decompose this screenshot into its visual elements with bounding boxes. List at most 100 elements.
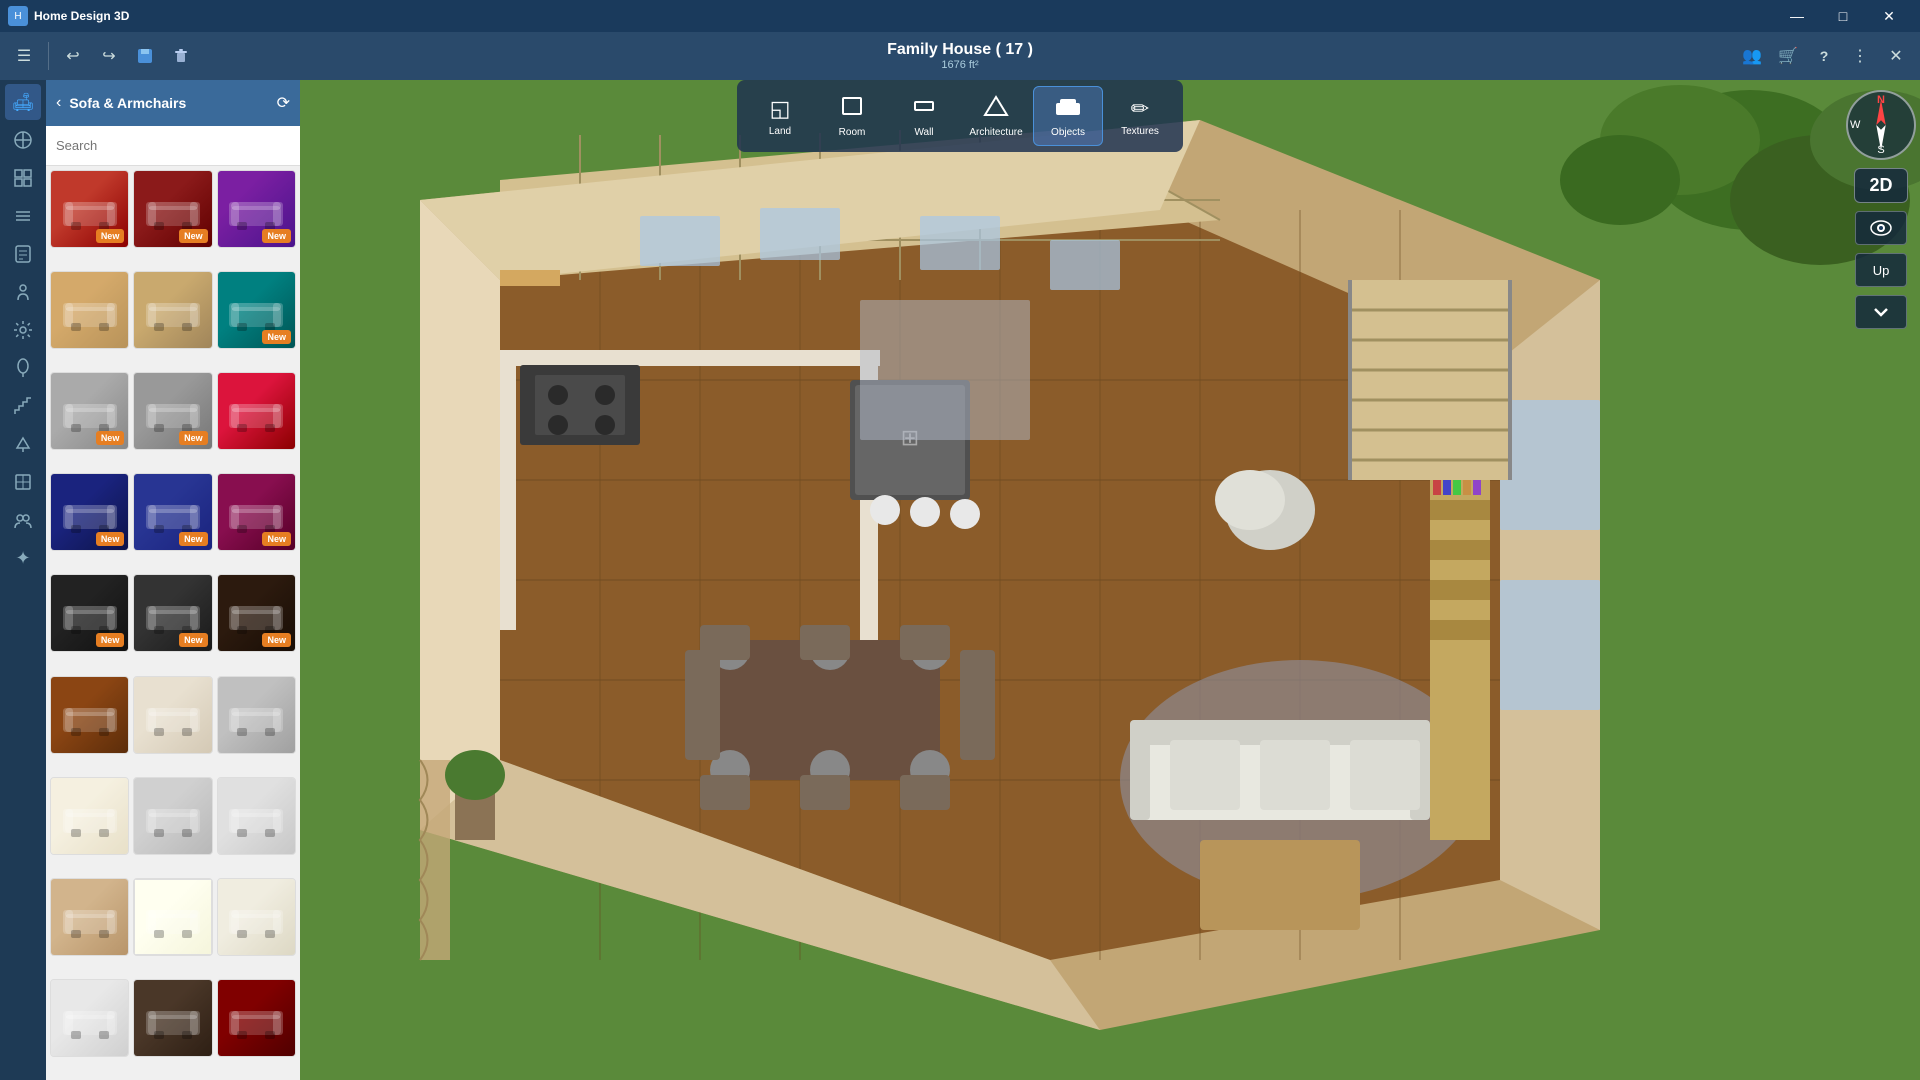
sidebar-item-plant[interactable] [5,350,41,386]
list-item[interactable] [50,878,129,956]
house-render-svg: ⊞ [300,80,1920,1080]
list-item[interactable] [217,777,296,855]
sidebar-item-sofa[interactable]: 🛋 [5,84,41,120]
trash-button[interactable] [165,40,197,72]
search-bar [46,126,300,166]
hamburger-menu-button[interactable]: ☰ [8,40,40,72]
compass: N S W [1846,90,1916,160]
objects-mode-button[interactable]: Objects [1033,86,1103,146]
redo-button[interactable]: ↪ [93,40,125,72]
sofa-thumbnail [51,778,128,854]
search-input[interactable] [56,138,290,153]
list-item[interactable]: New [217,473,296,551]
list-item[interactable] [217,372,296,450]
people-button[interactable]: 👥 [1736,40,1768,72]
right-top-toolbar: 👥 🛒 ? ⋮ ✕ [1728,32,1920,80]
compass-w-label: W [1850,119,1860,131]
sofa-thumbnail [134,677,211,753]
sidebar-item-person[interactable] [5,274,41,310]
list-item[interactable]: New [217,170,296,248]
list-item[interactable]: New [133,170,212,248]
list-item[interactable]: New [50,170,129,248]
sidebar-item-note[interactable] [5,236,41,272]
list-item[interactable]: New [50,372,129,450]
list-item[interactable] [50,777,129,855]
sofa-thumbnail [51,980,128,1056]
sofa-thumbnail [51,879,128,955]
house-name: Family House ( 17 ) [887,41,1033,59]
wall-icon [912,95,936,123]
list-item[interactable]: New [133,574,212,652]
list-item[interactable] [217,878,296,956]
list-item[interactable] [217,979,296,1057]
object-panel: ‹ Sofa & Armchairs ⟳ New New New [46,80,300,1080]
room-icon [840,95,864,123]
close-button[interactable]: ✕ [1866,0,1912,32]
wall-mode-button[interactable]: Wall [889,86,959,146]
sofa-thumbnail [51,677,128,753]
new-badge: New [262,330,291,344]
list-item[interactable] [133,777,212,855]
compass-circle: N S W [1846,90,1916,160]
architecture-mode-button[interactable]: Architecture [961,86,1031,146]
sidebar-item-grid[interactable] [5,160,41,196]
new-badge: New [96,229,125,243]
list-item[interactable] [50,676,129,754]
sidebar-item-symbol[interactable]: ✦ [5,540,41,576]
textures-mode-button[interactable]: ✏ Textures [1105,86,1175,146]
more-menu-button[interactable]: ⋮ [1844,40,1876,72]
list-item[interactable] [133,979,212,1057]
new-badge: New [96,431,125,445]
list-item[interactable] [133,271,212,349]
cart-button[interactable]: 🛒 [1772,40,1804,72]
undo-button[interactable]: ↩ [57,40,89,72]
list-item[interactable] [50,979,129,1057]
sidebar-item-stairs[interactable] [5,388,41,424]
category-sidebar: 🛋 ✦ [0,32,46,1080]
sidebar-item-tools[interactable] [5,122,41,158]
visibility-button[interactable] [1855,211,1907,245]
house-area: 1676 ft² [941,59,978,71]
new-badge: New [179,633,208,647]
mode-toolbar: ◱ Land Room Wall Architecture Objects ✏ … [737,80,1183,152]
list-item[interactable]: New [217,574,296,652]
view-up-button[interactable]: Up [1855,253,1907,287]
app-icon: H [8,6,28,26]
refresh-button[interactable]: ⟳ [277,93,290,113]
list-item[interactable] [133,676,212,754]
toolbar-separator [48,42,49,70]
sidebar-item-lamp[interactable] [5,426,41,462]
help-button[interactable]: ? [1808,40,1840,72]
list-item[interactable] [133,878,212,956]
sofa-thumbnail [218,980,295,1056]
minimize-button[interactable]: — [1774,0,1820,32]
maximize-button[interactable]: □ [1820,0,1866,32]
land-mode-button[interactable]: ◱ Land [745,86,815,146]
room-mode-button[interactable]: Room [817,86,887,146]
list-item[interactable]: New [133,473,212,551]
textures-label: Textures [1121,126,1159,137]
sofa-thumbnail [134,980,211,1056]
sidebar-item-settings[interactable] [5,312,41,348]
sidebar-item-window[interactable] [5,464,41,500]
view-2d-button[interactable]: 2D [1854,168,1907,203]
list-item[interactable]: New [50,473,129,551]
wall-label: Wall [914,127,933,138]
list-item[interactable]: New [217,271,296,349]
objects-icon [1054,95,1082,123]
right-view-controls: N S W 2D Up [1842,90,1920,329]
land-label: Land [769,126,791,137]
list-item[interactable] [50,271,129,349]
3d-viewport[interactable]: ⊞ [300,80,1920,1080]
sofa-thumbnail [134,778,211,854]
list-item[interactable] [217,676,296,754]
save-button[interactable] [129,40,161,72]
list-item[interactable]: New [133,372,212,450]
sofa-thumbnail [218,879,295,955]
back-button[interactable]: ‹ [56,94,61,112]
view-down-button[interactable] [1855,295,1907,329]
sidebar-item-group[interactable] [5,502,41,538]
list-item[interactable]: New [50,574,129,652]
sidebar-item-layers[interactable] [5,198,41,234]
collapse-button[interactable]: ✕ [1880,40,1912,72]
